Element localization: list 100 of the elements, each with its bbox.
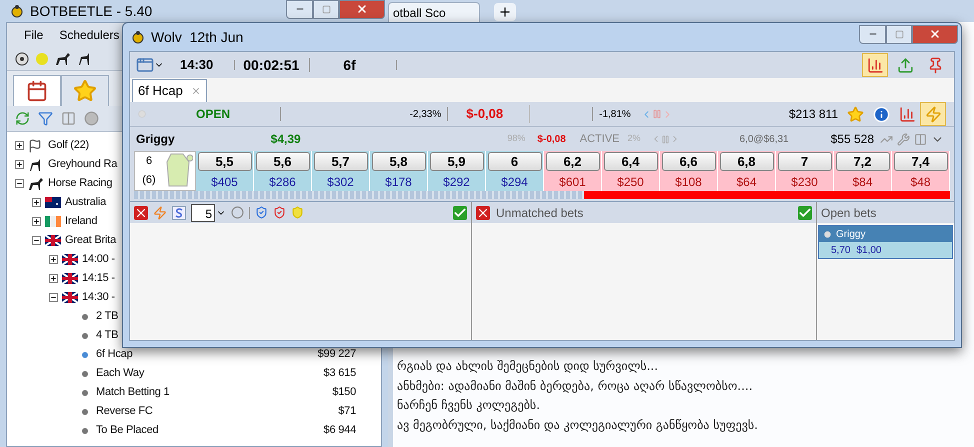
shield-icon[interactable] bbox=[273, 206, 286, 219]
expand-icon[interactable] bbox=[32, 217, 41, 226]
cancel-icon[interactable] bbox=[476, 206, 490, 220]
flag-icon bbox=[62, 292, 78, 303]
panel-title: Unmatched bets bbox=[496, 204, 584, 222]
available-amount: $178 bbox=[385, 174, 412, 191]
lightning-icon bbox=[924, 106, 942, 122]
market-name[interactable]: To Be Placed bbox=[96, 422, 158, 439]
s-icon[interactable] bbox=[172, 206, 186, 220]
available-amount: $286 bbox=[269, 174, 296, 191]
confirm-icon[interactable] bbox=[453, 206, 467, 220]
price-button[interactable]: 5,6 bbox=[256, 152, 310, 171]
maximize-icon bbox=[322, 4, 330, 14]
market-amount: $3 615 bbox=[324, 366, 356, 382]
tools-icon[interactable] bbox=[897, 132, 910, 146]
price-button[interactable]: 6,6 bbox=[662, 152, 716, 171]
market-name[interactable]: 2 TB bbox=[96, 308, 118, 325]
price-button[interactable]: 5,8 bbox=[372, 152, 426, 171]
maximize-button[interactable] bbox=[886, 24, 912, 44]
tree-item[interactable]: Horse Racing bbox=[48, 175, 112, 192]
tree-item[interactable]: Golf (22) bbox=[48, 137, 89, 154]
average-price: 6,0@$6,31 bbox=[740, 132, 789, 146]
confirm-icon[interactable] bbox=[798, 206, 812, 220]
open-bet[interactable]: Griggy 5,70 $1,00 bbox=[818, 225, 953, 259]
price-button[interactable]: 5,5 bbox=[198, 152, 252, 171]
price-button[interactable]: 5,9 bbox=[430, 152, 484, 171]
new-tab-button[interactable] bbox=[494, 3, 516, 21]
tree-item[interactable]: Great Brita bbox=[65, 232, 116, 249]
cancel-icon[interactable] bbox=[134, 206, 148, 220]
maximize-button[interactable] bbox=[313, 0, 339, 18]
lay-book-percent: 2% bbox=[628, 132, 641, 146]
menu-item[interactable]: Schedulers bbox=[59, 26, 120, 44]
price-button[interactable]: 5,7 bbox=[314, 152, 368, 171]
expand-icon[interactable] bbox=[32, 198, 41, 207]
market-name[interactable]: Match Betting 1 bbox=[96, 384, 170, 401]
market-name[interactable]: Each Way bbox=[96, 365, 144, 382]
runner-status: ACTIVE bbox=[580, 132, 620, 147]
collapse-icon[interactable] bbox=[49, 293, 58, 302]
price-button[interactable]: 7,2 bbox=[836, 152, 890, 171]
runner-number: 6 bbox=[146, 154, 152, 170]
text-line: ანხმები: ადამიანი მაშინ ბერდება, როცა აღარ სწავლობსო.... bbox=[397, 378, 754, 395]
dog-icon bbox=[28, 158, 42, 172]
expand-icon[interactable] bbox=[49, 255, 58, 264]
tree-item[interactable]: 14:00 - bbox=[82, 251, 115, 268]
market-name[interactable]: Reverse FC bbox=[96, 403, 153, 420]
price-button[interactable]: 7,4 bbox=[894, 152, 948, 171]
menu-item[interactable]: File bbox=[24, 26, 44, 44]
shield-icon[interactable] bbox=[255, 206, 268, 219]
flag-icon bbox=[62, 254, 78, 265]
available-amount: $64 bbox=[736, 174, 757, 191]
minimize-button[interactable] bbox=[286, 0, 313, 18]
price-button[interactable]: 6,8 bbox=[720, 152, 774, 171]
price-button[interactable]: 6,4 bbox=[604, 152, 658, 171]
expand-icon[interactable] bbox=[49, 274, 58, 283]
stake-field[interactable]: 5 bbox=[191, 204, 215, 222]
price-button[interactable]: 6 bbox=[488, 152, 542, 171]
tree-item[interactable]: Ireland bbox=[65, 213, 98, 230]
runner-matched: $55 528 bbox=[830, 131, 874, 148]
price-button[interactable]: 7 bbox=[778, 152, 832, 171]
stop-icon[interactable] bbox=[231, 206, 244, 219]
available-amount: $405 bbox=[211, 174, 238, 191]
start-time: 14:30 bbox=[180, 56, 214, 74]
close-button[interactable] bbox=[339, 0, 385, 18]
close-button[interactable] bbox=[912, 24, 958, 44]
market-name[interactable]: 6f Hcap bbox=[96, 346, 133, 363]
bar-chart-icon bbox=[866, 56, 884, 74]
tree-item[interactable]: Greyhound Ra bbox=[48, 156, 118, 173]
circle-icon[interactable] bbox=[84, 111, 99, 126]
tree-item[interactable]: 14:30 - bbox=[82, 289, 115, 306]
collapse-icon[interactable] bbox=[15, 179, 24, 188]
last-traded: $4,39 bbox=[270, 131, 301, 148]
filter-icon[interactable] bbox=[38, 111, 53, 126]
expand-icon[interactable] bbox=[15, 160, 24, 169]
market-amount: $71 bbox=[338, 404, 356, 420]
nav-tab[interactable] bbox=[13, 75, 61, 106]
lightning-icon[interactable] bbox=[153, 206, 167, 220]
close-tab-icon[interactable] bbox=[190, 86, 201, 96]
runner-name: Griggy bbox=[136, 131, 175, 148]
available-amount: $230 bbox=[791, 174, 818, 191]
toolbar-button[interactable] bbox=[862, 53, 888, 77]
collapse-icon[interactable] bbox=[32, 236, 41, 245]
browser-tab[interactable]: otball Sco bbox=[388, 2, 480, 22]
lay-percent: -1,81% bbox=[599, 108, 631, 122]
tree-item[interactable]: Australia bbox=[65, 194, 106, 211]
tree-item[interactable]: 14:15 - bbox=[82, 270, 115, 287]
available-amount: $302 bbox=[327, 174, 354, 191]
price-button[interactable]: 6,2 bbox=[546, 152, 600, 171]
columns-icon[interactable] bbox=[914, 132, 927, 146]
refresh-icon[interactable] bbox=[15, 111, 30, 126]
market-name[interactable]: 4 TB bbox=[96, 327, 118, 344]
expand-icon[interactable] bbox=[15, 141, 24, 150]
available-amount: $250 bbox=[617, 174, 644, 191]
text-line: ნარჩენ ჩვენს კოლეგებს. bbox=[397, 397, 542, 414]
back-percent: -2,33% bbox=[410, 108, 442, 122]
minimize-button[interactable] bbox=[859, 24, 886, 44]
market-tab[interactable]: 6f Hcap bbox=[132, 79, 207, 102]
horse-icon bbox=[55, 52, 71, 66]
panel-title: Open bets bbox=[821, 204, 876, 222]
runner-profit: $-0,08 bbox=[537, 132, 566, 146]
ball-icon[interactable] bbox=[15, 52, 29, 66]
